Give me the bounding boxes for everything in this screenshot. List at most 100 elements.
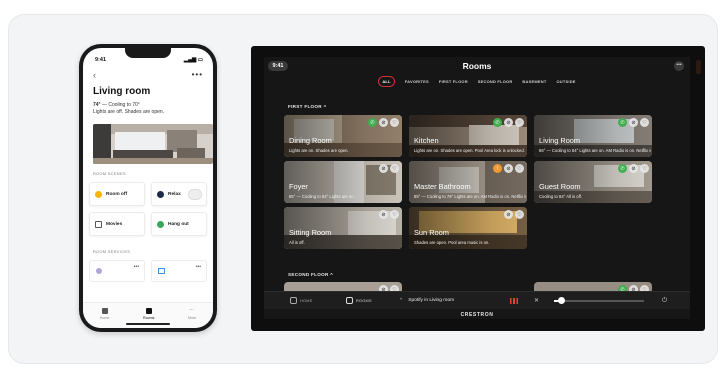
now-playing-label: Spotify in Living room bbox=[408, 298, 455, 303]
favorite-heart-icon[interactable]: ♡ bbox=[640, 164, 649, 173]
room-temp: 74° bbox=[93, 102, 101, 108]
favorite-heart-icon[interactable]: ♡ bbox=[515, 164, 524, 173]
service-tile-light[interactable]: ••• bbox=[89, 260, 145, 282]
tab-first-floor[interactable]: FIRST FLOOR bbox=[439, 79, 468, 84]
room-status-line2: Lights are off. Shades are open. bbox=[93, 108, 165, 115]
room-climate: — Cooling to 70° bbox=[100, 102, 140, 108]
scene-label: Movies bbox=[106, 221, 123, 227]
phone-icon[interactable]: ✆ bbox=[368, 118, 377, 127]
lock-icon[interactable]: ⊘ bbox=[379, 210, 388, 219]
scene-movies[interactable]: Movies bbox=[89, 212, 145, 236]
music-note-icon bbox=[157, 220, 164, 228]
tab-second-floor[interactable]: SECOND FLOOR bbox=[478, 79, 513, 84]
tab-basement[interactable]: BASEMENT bbox=[522, 79, 546, 84]
room-status: 86° — Cooling to 84° Lights are on. AM R… bbox=[539, 148, 651, 153]
room-name: Kitchen bbox=[414, 136, 439, 145]
room-card-sun-room[interactable]: ⊘ ♡ Sun Room Shades are open. Pool area … bbox=[409, 207, 527, 249]
more-dots-icon: ··· bbox=[189, 307, 195, 313]
tab-outside[interactable]: OUTSIDE bbox=[556, 79, 575, 84]
favorite-heart-icon[interactable]: ♡ bbox=[515, 210, 524, 219]
room-card-kitchen[interactable]: ✆ ⊘ ♡ Kitchen Lights are on. Shades are … bbox=[409, 115, 527, 157]
volume-knob[interactable] bbox=[558, 297, 565, 304]
scene-hang-out[interactable]: Hang out bbox=[151, 212, 207, 236]
room-services-heading: ROOM SERVICES bbox=[93, 250, 131, 254]
volume-slider[interactable] bbox=[554, 297, 644, 304]
room-name: Sun Room bbox=[414, 228, 449, 237]
room-title: Living room bbox=[93, 86, 151, 97]
card-icons: ✆ ⊘ ♡ bbox=[368, 118, 399, 127]
phone-device: 9:41 ▂▄▆ ▭ ‹ ••• Living room 74° — Cooli… bbox=[79, 44, 217, 332]
scene-label: Room off bbox=[106, 191, 128, 197]
lock-icon[interactable]: ⊘ bbox=[504, 118, 513, 127]
rooms-icon bbox=[145, 308, 152, 314]
chevron-up-icon: ^ bbox=[400, 298, 403, 303]
rooms-grid-icon bbox=[346, 297, 353, 304]
tablet-screen: 9:41 Rooms ••• ALL FAVORITES FIRST FLOOR… bbox=[264, 57, 690, 319]
lock-icon[interactable]: ⊘ bbox=[629, 118, 638, 127]
tab-favorites[interactable]: FAVORITES bbox=[405, 79, 429, 84]
more-options-icon[interactable]: ••• bbox=[192, 70, 203, 79]
favorite-heart-icon[interactable]: ♡ bbox=[390, 210, 399, 219]
back-chevron-icon[interactable]: ‹ bbox=[93, 70, 96, 80]
room-card-dining-room[interactable]: ✆ ⊘ ♡ Dining Room Lights are on. Shades … bbox=[284, 115, 402, 157]
favorite-heart-icon[interactable]: ♡ bbox=[390, 118, 399, 127]
now-playing[interactable]: ^ Spotify in Living room bbox=[400, 298, 454, 303]
scene-room-off[interactable]: Room off bbox=[89, 182, 145, 206]
mute-icon[interactable]: ✕ bbox=[534, 297, 539, 304]
phone-icon[interactable]: ✆ bbox=[618, 118, 627, 127]
room-card-foyer[interactable]: ⊘ ♡ Foyer 85° — Cooling to 84° Lights ar… bbox=[284, 161, 402, 203]
scene-label: Relax bbox=[168, 191, 181, 197]
lock-icon[interactable]: ⊘ bbox=[504, 164, 513, 173]
lock-icon[interactable]: ⊘ bbox=[379, 118, 388, 127]
first-floor-heading[interactable]: FIRST FLOOR ^ bbox=[288, 104, 326, 109]
room-photo bbox=[93, 124, 213, 164]
lock-icon[interactable]: ⊘ bbox=[504, 210, 513, 219]
lightbulb-icon bbox=[96, 268, 102, 274]
phone-icon[interactable]: ✆ bbox=[493, 118, 502, 127]
tab-rooms[interactable]: Rooms bbox=[143, 308, 154, 320]
brand-logo: CRESTRON bbox=[460, 312, 494, 318]
service-tile-calendar[interactable]: ••• bbox=[151, 260, 207, 282]
bottom-home[interactable]: HOME bbox=[290, 297, 313, 304]
relax-toggle[interactable] bbox=[188, 189, 202, 200]
second-floor-heading[interactable]: SECOND FLOOR ^ bbox=[288, 272, 333, 277]
room-card-sitting-room[interactable]: ⊘ ♡ Sitting Room All is off. bbox=[284, 207, 402, 249]
more-icon[interactable]: ••• bbox=[196, 264, 201, 270]
room-name: Guest Room bbox=[539, 182, 581, 191]
filter-tabs: ALL FAVORITES FIRST FLOOR SECOND FLOOR B… bbox=[264, 76, 690, 87]
scene-relax[interactable]: Relax bbox=[151, 182, 207, 206]
room-status: 74° — Cooling to 70° Lights are off. Sha… bbox=[93, 102, 164, 115]
favorite-heart-icon[interactable]: ♡ bbox=[390, 164, 399, 173]
card-icons: ⊘ ♡ bbox=[504, 210, 524, 219]
equalizer-icon bbox=[510, 297, 518, 304]
room-name: Dining Room bbox=[289, 136, 332, 145]
phone-icon[interactable]: ✆ bbox=[618, 164, 627, 173]
lock-icon[interactable]: ⊘ bbox=[379, 164, 388, 173]
bottom-rooms-label: ROOMS bbox=[356, 298, 372, 303]
more-icon[interactable]: ••• bbox=[134, 264, 139, 270]
tab-home[interactable]: Home bbox=[99, 308, 110, 320]
room-name: Master Bathroom bbox=[414, 182, 471, 191]
card-icons: ✆ ⊘ ♡ bbox=[618, 118, 649, 127]
room-status: 85° — Cooling to 76° Lights are on. AM R… bbox=[414, 194, 526, 199]
tab-label: Rooms bbox=[142, 316, 155, 320]
bottom-rooms[interactable]: ROOMS bbox=[346, 297, 372, 304]
favorite-heart-icon[interactable]: ♡ bbox=[515, 118, 524, 127]
lock-icon[interactable]: ⊘ bbox=[629, 164, 638, 173]
tab-all[interactable]: ALL bbox=[378, 76, 395, 87]
tablet-more-icon[interactable]: ••• bbox=[674, 61, 684, 71]
power-icon[interactable]: ⏻ bbox=[662, 297, 667, 305]
room-card-living-room[interactable]: ✆ ⊘ ♡ Living Room 86° — Cooling to 84° L… bbox=[534, 115, 652, 157]
home-indicator bbox=[126, 323, 170, 325]
room-card-guest-room[interactable]: ✆ ⊘ ♡ Guest Room Cooling to 84° All is o… bbox=[534, 161, 652, 203]
tab-more[interactable]: ··· More bbox=[188, 307, 196, 321]
tab-label: Home bbox=[99, 316, 110, 320]
favorite-heart-icon[interactable]: ♡ bbox=[640, 118, 649, 127]
home-icon bbox=[290, 297, 297, 304]
room-card-master-bathroom[interactable]: ! ⊘ ♡ Master Bathroom 85° — Cooling to 7… bbox=[409, 161, 527, 203]
tv-icon bbox=[95, 220, 102, 228]
room-status: Shades are open. Pool area music is on. bbox=[414, 240, 490, 245]
room-name: Living Room bbox=[539, 136, 581, 145]
calendar-icon bbox=[158, 268, 165, 274]
alert-icon[interactable]: ! bbox=[493, 164, 502, 173]
